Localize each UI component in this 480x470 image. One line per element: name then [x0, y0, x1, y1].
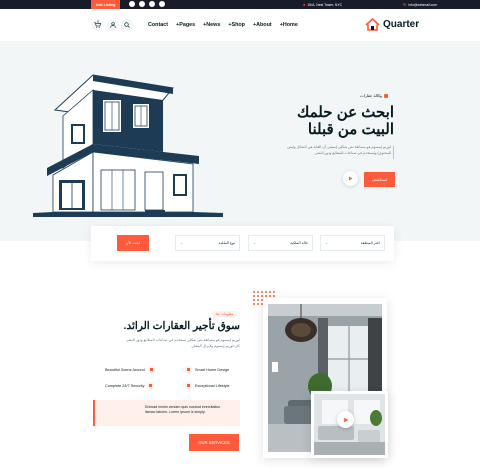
property-search-form: ⌄ اختر المنطقة ⌄ حالة الملكية ⌄ نوع المل… [91, 226, 394, 261]
play-icon [343, 417, 348, 422]
feature-label: Exceptional Lifestyle [195, 383, 230, 388]
main-nav: Contact +Pages +News +Shop +About +Home [148, 22, 298, 28]
address-info: ● 15/A, Nest Tower, NYC [303, 1, 342, 8]
scene-icon [147, 366, 155, 373]
about-title: سوق تأجير العقارات الرائد. [123, 320, 240, 332]
security-icon [147, 382, 155, 389]
nav-about[interactable]: +About [253, 22, 272, 28]
area-select[interactable]: ⌄ اختر المنطقة [320, 235, 385, 251]
hero-eyebrow: وكالة عقارات [360, 93, 388, 98]
nav-home[interactable]: +Home [280, 22, 298, 28]
site-header: 0 Contact +Pages +News +Shop +About +Hom… [0, 9, 480, 41]
play-icon [349, 176, 353, 181]
feature-item: Smart Home Design [185, 366, 229, 373]
hero-title: ابحث عن حلمك البيت من قبلنا [296, 104, 394, 138]
search-icon[interactable] [121, 19, 133, 31]
status-select-value: حالة الملكية [290, 241, 308, 245]
social-links [129, 1, 165, 7]
quote-line: llamco laboris. Lorem Ipsum is simply. [145, 410, 206, 415]
about-description: لوريم إيبسوم هو ببساطة نص شكلي يستخدم في… [125, 338, 240, 348]
chevron-down-icon: ⌄ [253, 241, 256, 245]
smart-home-icon [185, 366, 192, 373]
nav-contact[interactable]: Contact [148, 22, 168, 28]
feature-item: Complete 24/7 Security [105, 382, 155, 389]
lifestyle-icon [185, 382, 192, 389]
feature-label: Smart Home Design [195, 367, 230, 372]
nav-pages[interactable]: +Pages [176, 22, 195, 28]
house-logo-icon [365, 18, 380, 31]
search-now-button[interactable]: ابحث الآن [117, 235, 149, 251]
add-listing-button[interactable]: Add Listing [91, 0, 120, 9]
area-select-value: اختر المنطقة [360, 241, 380, 245]
house-illustration [33, 74, 223, 217]
nav-news[interactable]: +News [203, 22, 220, 28]
hero-eyebrow-text: وكالة عقارات [360, 93, 382, 98]
mail-icon: ✉ [403, 2, 407, 7]
description-divider [393, 146, 394, 159]
explore-button[interactable]: استكشف [364, 172, 395, 187]
facebook-icon[interactable] [129, 1, 135, 7]
twitter-icon[interactable] [149, 1, 155, 7]
address-text: 15/A, Nest Tower, NYC [307, 2, 343, 7]
email-text[interactable]: info@webmail.com [408, 3, 437, 7]
feature-label: Complete 24/7 Security [105, 383, 145, 388]
about-badge: معلومات عنا [212, 311, 238, 317]
video-play-button[interactable] [337, 411, 354, 428]
cart-count: 0 [97, 20, 99, 24]
user-icon[interactable] [107, 19, 119, 31]
chevron-down-icon: ⌄ [325, 241, 328, 245]
nav-shop[interactable]: +Shop [228, 22, 245, 28]
chevron-down-icon: ⌄ [180, 241, 183, 245]
logo-text: Quarter [383, 19, 420, 30]
type-select[interactable]: ⌄ نوع الملكية [175, 235, 240, 251]
play-video-button[interactable] [343, 171, 358, 186]
feature-item: Exceptional Lifestyle [185, 382, 230, 389]
location-icon: ● [303, 2, 306, 7]
facebook-icon[interactable] [159, 1, 165, 7]
our-services-button[interactable]: OUR SERVICES [189, 434, 239, 451]
top-bar: Add Listing ● 15/A, Nest Tower, NYC ✉ in… [0, 0, 480, 9]
hero-description: لوريم إيبسوم هو ببساطة نص شكلي (بمعنى أن… [287, 145, 391, 155]
home-icon [383, 93, 388, 98]
logo[interactable]: Quarter [365, 18, 419, 31]
email-info[interactable]: ✉ info@webmail.com [403, 1, 437, 8]
feature-item: Beautiful Scene Around [105, 366, 155, 373]
status-select[interactable]: ⌄ حالة الملكية [248, 235, 313, 251]
feature-label: Beautiful Scene Around [105, 367, 145, 372]
type-select-value: نوع الملكية [218, 241, 235, 245]
linkedin-icon[interactable] [139, 1, 145, 7]
quote-block: Enimad minim veniam quis nostrud exercit… [93, 400, 240, 426]
